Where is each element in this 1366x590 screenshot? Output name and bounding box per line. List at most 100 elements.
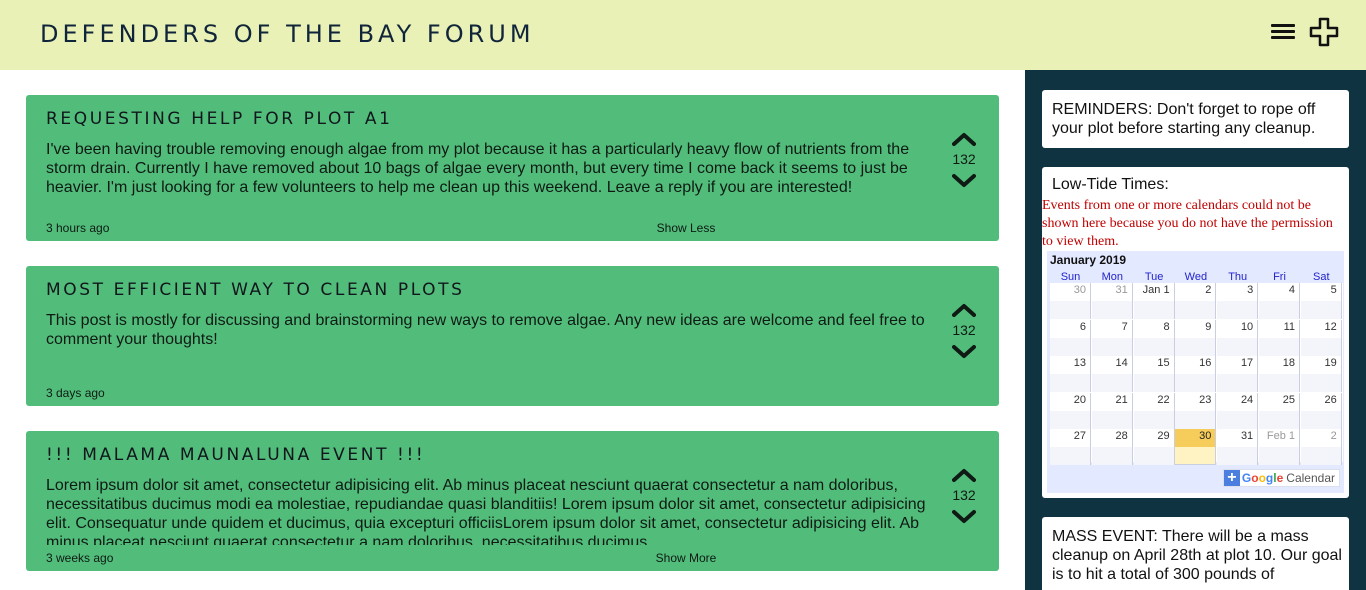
calendar-day-cell[interactable]: 10 [1217, 319, 1259, 356]
calendar-day-cell[interactable]: 4 [1259, 283, 1300, 319]
vote-widget: 132 [944, 131, 984, 189]
calendar-day-number: 12 [1324, 320, 1337, 333]
calendar-day-cell[interactable]: 31 [1091, 283, 1133, 319]
calendar-day-number: 30 [1199, 430, 1212, 443]
calendar-day-number: 18 [1282, 357, 1295, 370]
calendar-day-number: 7 [1121, 320, 1128, 333]
calendar-day-cell[interactable]: 29 [1133, 429, 1175, 466]
upvote-arrow-icon[interactable] [951, 467, 977, 483]
header-bar: DEFENDERS OF THE BAY FORUM [0, 0, 1366, 70]
post-title[interactable]: !!! MALAMA MAUNALUNA EVENT !!! [46, 445, 425, 465]
post-card: !!! MALAMA MAUNALUNA EVENT !!! Lorem ips… [26, 431, 999, 571]
google-calendar-button[interactable]: + Google Calendar [1222, 469, 1340, 487]
calendar-day-number: Jan 1 [1142, 284, 1170, 296]
post-card: REQUESTING HELP FOR PLOT A1 I've been ha… [26, 95, 999, 241]
site-title: DEFENDERS OF THE BAY FORUM [40, 20, 535, 48]
calendar-day-cell[interactable]: 17 [1217, 356, 1259, 393]
calendar-day-cell[interactable]: Jan 1 [1133, 283, 1175, 319]
calendar-day-number: 21 [1115, 393, 1128, 406]
calendar-day-cell[interactable]: 2 [1300, 429, 1342, 466]
calendar-grid: 30 31 Jan 1 2 3 4 5 6 7 8 9 10 11 12 13 14 15 16 17 18 19 20 2… [1050, 283, 1343, 466]
weekday-label: Mon [1101, 271, 1123, 283]
google-calendar-label: Calendar [1286, 471, 1335, 485]
calendar-day-cell[interactable]: 19 [1300, 356, 1342, 393]
calendar-day-cell[interactable]: 28 [1091, 429, 1133, 466]
post-timestamp: 3 hours ago [46, 221, 110, 235]
downvote-arrow-icon[interactable] [951, 173, 977, 189]
post-timestamp: 3 days ago [46, 386, 105, 400]
calendar-day-number: Feb 1 [1266, 430, 1295, 443]
calendar-day-cell[interactable]: 31 [1217, 429, 1259, 466]
calendar-day-cell[interactable]: 2 [1175, 283, 1217, 319]
weekday-label: Sun [1060, 271, 1081, 283]
weekday-label: Wed [1184, 271, 1208, 283]
reminders-card: REMINDERS: Don't forget to rope off your… [1042, 90, 1349, 148]
vote-count: 132 [952, 151, 976, 167]
calendar-day-cell[interactable]: 9 [1175, 319, 1217, 356]
downvote-arrow-icon[interactable] [951, 509, 977, 525]
calendar-day-number: 22 [1157, 393, 1170, 406]
calendar-day-cell[interactable]: 16 [1175, 356, 1217, 393]
calendar-day-cell[interactable]: 6 [1050, 319, 1091, 356]
calendar-day-cell[interactable]: 5 [1300, 283, 1342, 319]
post-body: Lorem ipsum dolor sit amet, consectetur … [46, 477, 926, 545]
calendar-day-number: 31 [1240, 430, 1254, 443]
vote-widget: 132 [944, 467, 984, 525]
post-body: I've been having trouble removing enough… [46, 141, 910, 196]
calendar-day-cell[interactable]: 30 [1050, 283, 1091, 319]
calendar-day-cell[interactable]: 15 [1133, 356, 1175, 393]
weekday-label: Thu [1228, 271, 1248, 283]
post-title[interactable]: REQUESTING HELP FOR PLOT A1 [46, 109, 393, 129]
calendar-error-message: Events from one or more calendars could … [1042, 198, 1333, 249]
calendar-day-number: 20 [1073, 393, 1086, 406]
post-feed: REQUESTING HELP FOR PLOT A1 I've been ha… [0, 70, 1025, 590]
downvote-arrow-icon[interactable] [951, 344, 977, 360]
calendar-day-cell[interactable]: 14 [1091, 356, 1133, 393]
calendar-day-cell[interactable]: Feb 1 [1259, 429, 1300, 466]
calendar-day-number: 16 [1199, 357, 1212, 370]
calendar-day-cell[interactable]: 20 [1050, 392, 1091, 429]
calendar-day-number: 25 [1282, 393, 1295, 406]
show-more-link[interactable]: Show More [646, 551, 726, 565]
calendar-day-cell[interactable]: 25 [1259, 392, 1300, 429]
hamburger-menu-icon[interactable] [1271, 22, 1295, 42]
calendar-weekday-header: Sun Mon Tue Wed Thu Fri Sat [1050, 271, 1346, 283]
calendar-day-number: 9 [1205, 320, 1212, 333]
calendar-day-number: 15 [1157, 357, 1170, 370]
calendar-day-cell[interactable]: 3 [1217, 283, 1259, 319]
calendar-day-cell[interactable]: 13 [1050, 356, 1091, 393]
show-less-link[interactable]: Show Less [646, 221, 726, 235]
calendar-day-cell[interactable]: 22 [1133, 392, 1175, 429]
low-tide-title: Low-Tide Times: [1052, 176, 1169, 193]
calendar-day-number: 28 [1115, 430, 1128, 443]
post-body: This post is mostly for discussing and b… [46, 312, 925, 348]
calendar-day-number: 11 [1283, 320, 1295, 333]
vote-widget: 132 [944, 302, 984, 360]
upvote-arrow-icon[interactable] [951, 302, 977, 318]
calendar-day-cell[interactable]: 27 [1050, 429, 1091, 466]
calendar-day-number: 27 [1073, 430, 1086, 443]
calendar-day-cell[interactable]: 11 [1259, 319, 1300, 356]
calendar-day-number: 19 [1324, 357, 1337, 370]
vote-count: 132 [952, 322, 976, 338]
calendar-day-cell[interactable]: 26 [1300, 392, 1342, 429]
calendar-day-cell[interactable]: 12 [1300, 319, 1342, 356]
post-title[interactable]: MOST EFFICIENT WAY TO CLEAN PLOTS [46, 280, 465, 300]
calendar-day-number: 17 [1240, 357, 1254, 370]
upvote-arrow-icon[interactable] [951, 131, 977, 147]
calendar-day-number: 14 [1115, 357, 1128, 370]
calendar-day-cell[interactable]: 7 [1091, 319, 1133, 356]
calendar-day-cell[interactable]: 24 [1217, 392, 1259, 429]
calendar-day-cell[interactable]: 18 [1259, 356, 1300, 393]
calendar-month: January 2019 [1050, 253, 1127, 267]
calendar-day-cell[interactable]: 21 [1091, 392, 1133, 429]
vote-count: 132 [952, 487, 976, 503]
post-timestamp: 3 weeks ago [46, 551, 114, 565]
calendar-day-cell[interactable]: 30 [1175, 429, 1217, 466]
add-calendar-icon: + [1223, 470, 1240, 486]
calendar-day-cell[interactable]: 8 [1133, 319, 1175, 356]
low-tide-card: Low-Tide Times: Events from one or more … [1042, 167, 1349, 498]
calendar-day-cell[interactable]: 23 [1175, 392, 1217, 429]
weekday-label: Tue [1144, 271, 1164, 283]
plus-icon[interactable] [1309, 17, 1339, 47]
